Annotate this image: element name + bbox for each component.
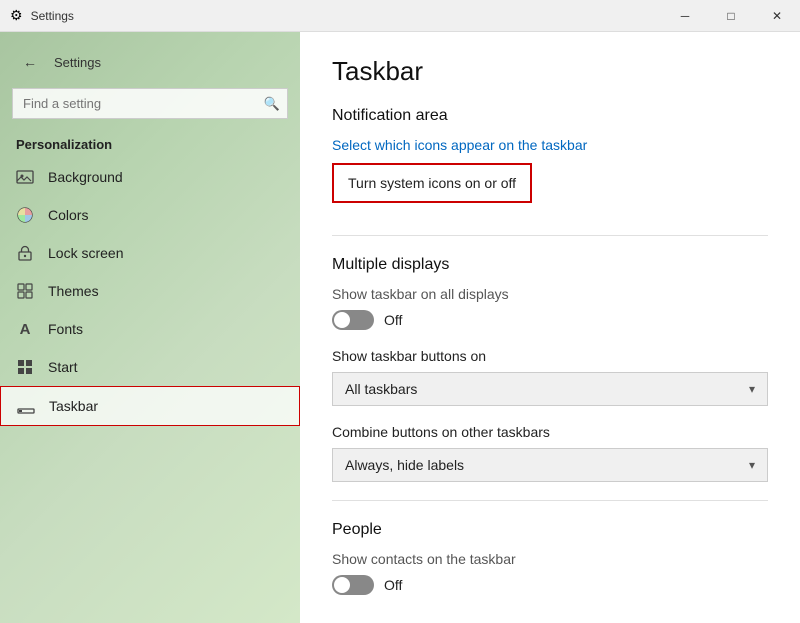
- notification-area-title: Notification area: [332, 107, 768, 125]
- toggle-knob: [334, 312, 350, 328]
- nav-header: ← Settings: [0, 32, 300, 84]
- sidebar-item-themes[interactable]: Themes: [0, 272, 300, 310]
- start-label: Start: [48, 359, 78, 375]
- sidebar-item-background[interactable]: Background: [0, 158, 300, 196]
- show-buttons-value: All taskbars: [345, 381, 417, 397]
- sidebar-section-label: Personalization: [0, 131, 300, 158]
- titlebar: ⚙ Settings ─ □ ✕: [0, 0, 800, 32]
- sidebar-item-fonts[interactable]: A Fonts: [0, 310, 300, 348]
- section-divider-2: [332, 500, 768, 501]
- sidebar: ← Settings 🔍 Personalization Background …: [0, 32, 300, 623]
- background-label: Background: [48, 169, 123, 185]
- minimize-button[interactable]: ─: [662, 0, 708, 32]
- show-contacts-setting: Show contacts on the taskbar Off: [332, 551, 768, 595]
- fonts-label: Fonts: [48, 321, 83, 337]
- background-icon: [16, 168, 34, 186]
- show-all-displays-setting: Show taskbar on all displays Off: [332, 286, 768, 330]
- sidebar-item-taskbar[interactable]: Taskbar: [0, 386, 300, 426]
- titlebar-title: Settings: [31, 9, 74, 23]
- app-title: Settings: [54, 55, 101, 70]
- combine-buttons-label: Combine buttons on other taskbars: [332, 424, 768, 440]
- app-body: ← Settings 🔍 Personalization Background …: [0, 32, 800, 623]
- section-divider-1: [332, 235, 768, 236]
- show-contacts-toggle-label: Off: [384, 577, 402, 593]
- main-content: Taskbar Notification area Select which i…: [300, 32, 800, 623]
- show-buttons-dropdown[interactable]: All taskbars ▾: [332, 372, 768, 406]
- back-button[interactable]: ←: [16, 48, 44, 76]
- sidebar-content: ← Settings 🔍 Personalization Background …: [0, 32, 300, 623]
- colors-label: Colors: [48, 207, 88, 223]
- search-box: 🔍: [12, 88, 288, 119]
- people-title: People: [332, 521, 768, 539]
- show-all-toggle-label: Off: [384, 312, 402, 328]
- multiple-displays-title: Multiple displays: [332, 256, 768, 274]
- close-button[interactable]: ✕: [754, 0, 800, 32]
- fonts-icon: A: [16, 320, 34, 338]
- show-all-label: Show taskbar on all displays: [332, 286, 768, 302]
- taskbar-icon: [17, 397, 35, 415]
- chevron-down-icon: ▾: [749, 382, 755, 396]
- show-contacts-toggle[interactable]: [332, 575, 374, 595]
- show-buttons-label: Show taskbar buttons on: [332, 348, 768, 364]
- turn-system-icons-link[interactable]: Turn system icons on or off: [332, 163, 532, 203]
- sidebar-item-lock-screen[interactable]: Lock screen: [0, 234, 300, 272]
- titlebar-left: ⚙ Settings: [10, 7, 74, 24]
- settings-icon: ⚙: [10, 7, 23, 24]
- show-contacts-toggle-row: Off: [332, 575, 768, 595]
- lock-screen-icon: [16, 244, 34, 262]
- sidebar-item-colors[interactable]: Colors: [0, 196, 300, 234]
- search-icon[interactable]: 🔍: [264, 96, 280, 112]
- themes-label: Themes: [48, 283, 99, 299]
- titlebar-controls: ─ □ ✕: [662, 0, 800, 32]
- show-all-toggle-row: Off: [332, 310, 768, 330]
- chevron-down-icon-2: ▾: [749, 458, 755, 472]
- themes-icon: [16, 282, 34, 300]
- combine-buttons-setting: Combine buttons on other taskbars Always…: [332, 424, 768, 482]
- show-buttons-on-setting: Show taskbar buttons on All taskbars ▾: [332, 348, 768, 406]
- start-icon: [16, 358, 34, 376]
- show-contacts-label: Show contacts on the taskbar: [332, 551, 768, 567]
- lock-screen-label: Lock screen: [48, 245, 123, 261]
- taskbar-label: Taskbar: [49, 398, 98, 414]
- maximize-button[interactable]: □: [708, 0, 754, 32]
- page-title: Taskbar: [332, 56, 768, 87]
- search-input[interactable]: [12, 88, 288, 119]
- select-icons-link[interactable]: Select which icons appear on the taskbar: [332, 137, 768, 153]
- combine-buttons-value: Always, hide labels: [345, 457, 464, 473]
- contacts-toggle-knob: [334, 577, 350, 593]
- colors-icon: [16, 206, 34, 224]
- show-all-toggle[interactable]: [332, 310, 374, 330]
- combine-buttons-dropdown[interactable]: Always, hide labels ▾: [332, 448, 768, 482]
- sidebar-item-start[interactable]: Start: [0, 348, 300, 386]
